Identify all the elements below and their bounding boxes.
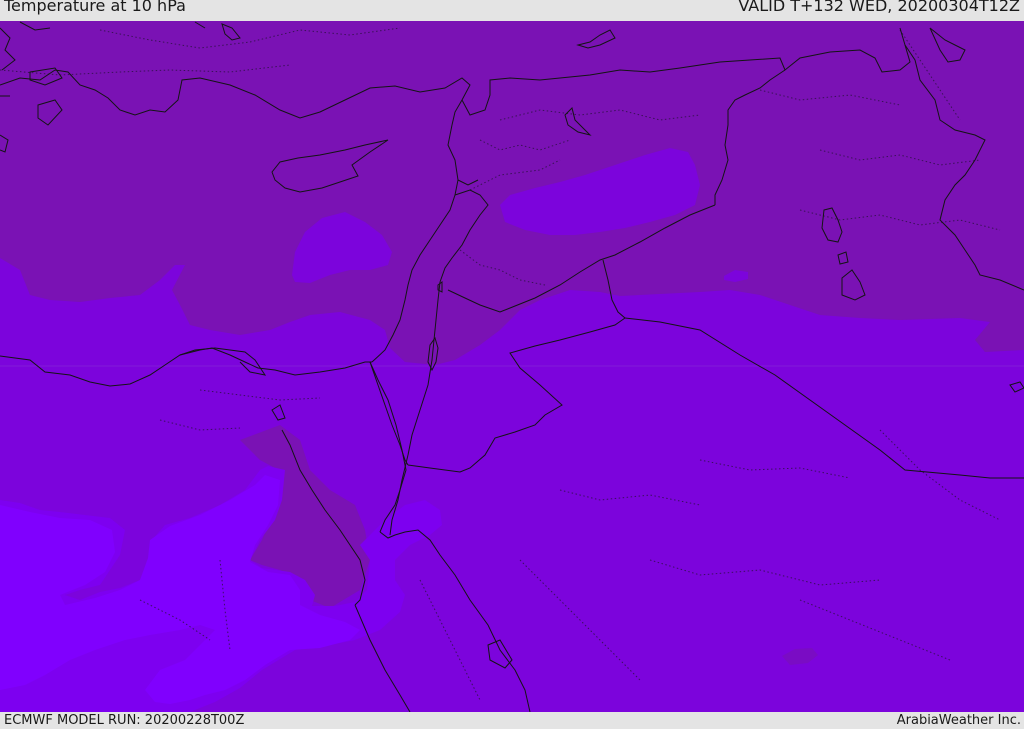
map-title: Temperature at 10 hPa [4,0,186,15]
map-canvas [0,21,1024,712]
credit-label: ArabiaWeather Inc. [896,713,1021,728]
footer-bar: ECMWF MODEL RUN: 20200228T00Z ArabiaWeat… [0,712,1024,729]
header-bar: Temperature at 10 hPa VALID T+132 WED, 2… [0,0,1024,21]
temperature-map[interactable] [0,21,1024,712]
valid-time-label: VALID T+132 WED, 20200304T12Z [738,0,1020,15]
model-run-label: ECMWF MODEL RUN: 20200228T00Z [4,713,245,728]
